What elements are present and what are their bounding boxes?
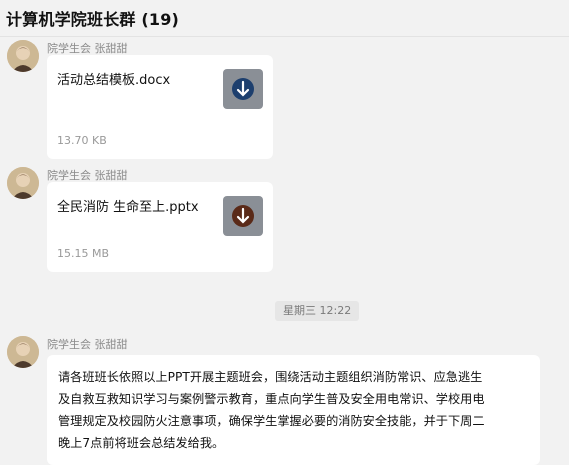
avatar-image (7, 167, 39, 199)
file-message[interactable]: 活动总结模板.docx 13.70 KB (47, 55, 273, 159)
timestamp: 星期三 12:22 (275, 301, 360, 321)
file-size: 13.70 KB (57, 134, 107, 147)
text-message[interactable]: 请各班班长依照以上PPT开展主题班会，围绕活动主题组织消防常识、应急逃生 及自救… (47, 355, 540, 465)
file-name: 活动总结模板.docx (57, 73, 171, 88)
chat-header: 计算机学院班长群 (19) (0, 0, 569, 37)
sender-name: 院学生会 张甜甜 (47, 42, 128, 55)
avatar-image (7, 40, 39, 72)
word-doc-icon (223, 69, 263, 109)
file-name: 全民消防 生命至上.pptx (57, 200, 199, 215)
avatar[interactable] (7, 336, 39, 368)
sender-name: 院学生会 张甜甜 (47, 338, 128, 351)
sender-name: 院学生会 张甜甜 (47, 169, 128, 182)
ppt-icon (223, 196, 263, 236)
avatar[interactable] (7, 40, 39, 72)
chat-title[interactable]: 计算机学院班长群 (19) (6, 6, 179, 30)
file-message[interactable]: 全民消防 生命至上.pptx 15.15 MB (47, 182, 273, 272)
avatar[interactable] (7, 167, 39, 199)
avatar-image (7, 336, 39, 368)
file-size: 15.15 MB (57, 247, 110, 260)
message-text: 请各班班长依照以上PPT开展主题班会，围绕活动主题组织消防常识、应急逃生 及自救… (58, 370, 485, 450)
